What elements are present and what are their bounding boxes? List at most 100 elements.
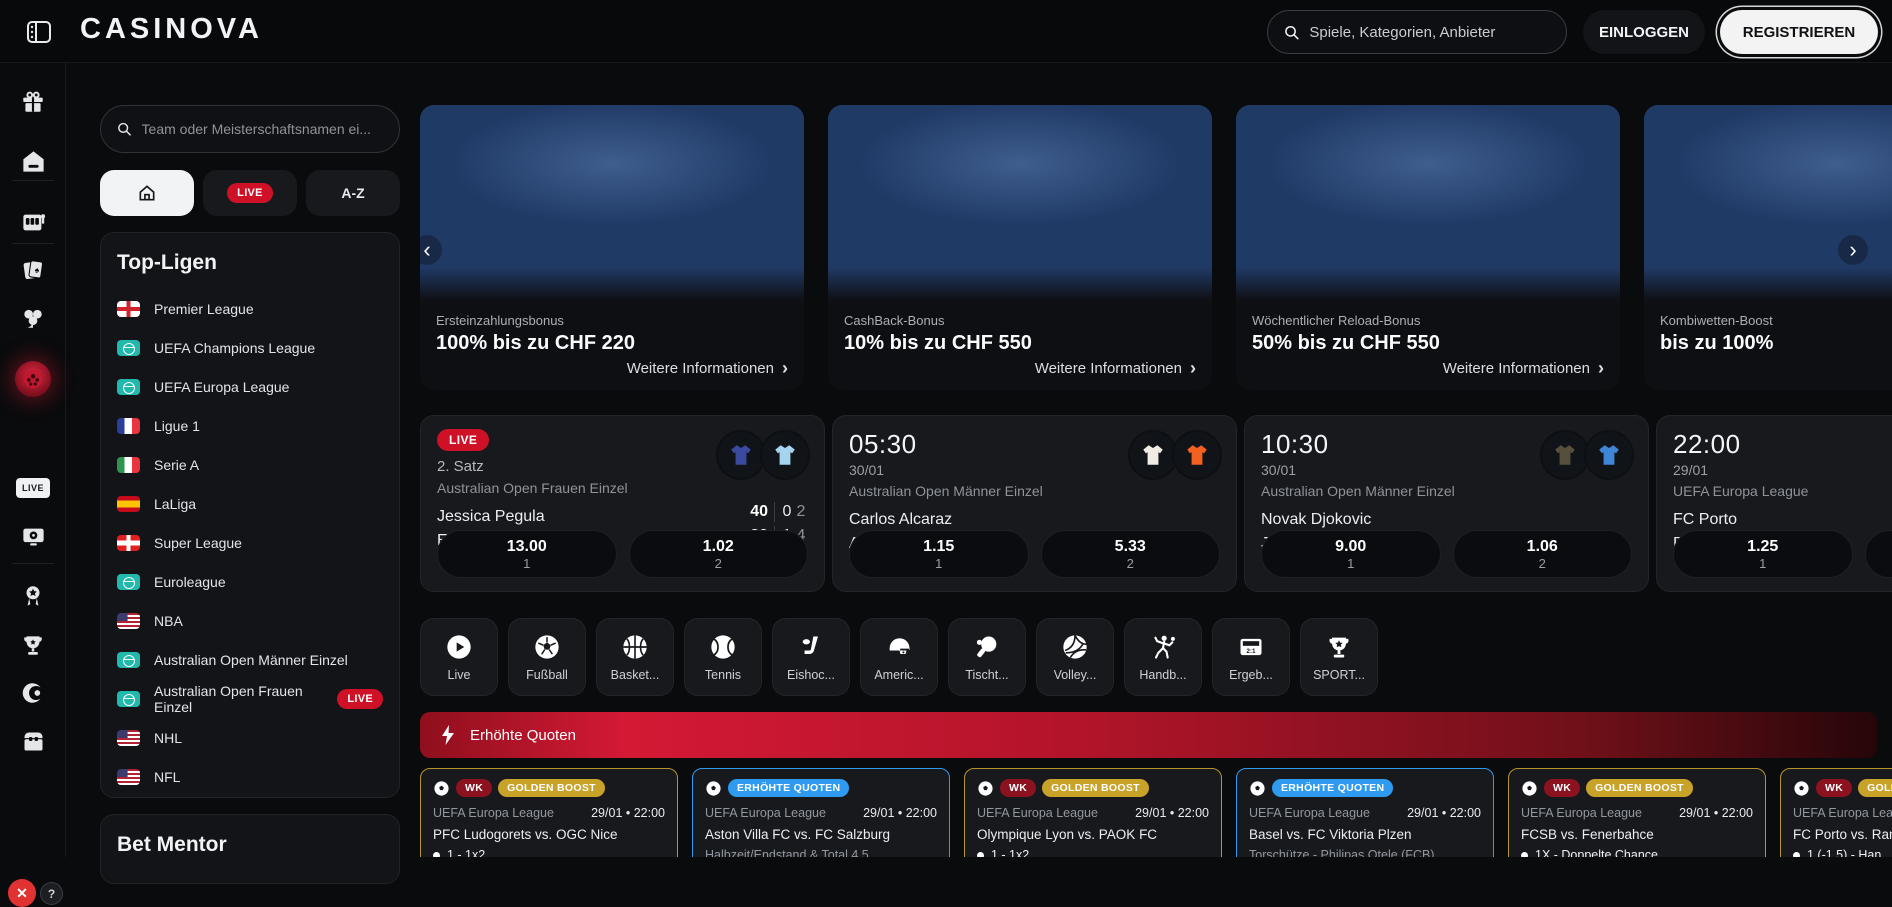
league-label: LaLiga: [154, 496, 196, 512]
football-icon: [977, 780, 994, 797]
sport-label: Live: [448, 668, 471, 682]
league-item-ao-frauen[interactable]: Australian Open Frauen Einzel LIVE: [117, 679, 383, 718]
league-item-euroleague[interactable]: Euroleague: [117, 562, 383, 601]
card-datetime: 29/01 • 22:00: [1135, 806, 1209, 820]
match-card-pegula-rybakina[interactable]: LIVE 2. Satz Australian Open Frauen Einz…: [420, 415, 825, 592]
rail-item-tournaments[interactable]: [0, 576, 66, 616]
login-button[interactable]: EINLOGGEN: [1583, 10, 1705, 54]
boost-card-astonvilla-salzburg[interactable]: ERHÖHTE QUOTEN UEFA Europa League 29/01 …: [692, 768, 950, 857]
rail-item-vault[interactable]: [0, 721, 66, 761]
rail-item-slots[interactable]: [0, 202, 66, 242]
boost-card-ludogorets-nice[interactable]: WK GOLDEN BOOST UEFA Europa League 29/01…: [420, 768, 678, 857]
support-chat-button[interactable]: ✕: [8, 879, 36, 907]
league-item-nba[interactable]: NBA: [117, 601, 383, 640]
league-item-serie-a[interactable]: Serie A: [117, 445, 383, 484]
rail-item-lucky-games[interactable]: [0, 298, 66, 338]
boosted-odds-banner[interactable]: Erhöhte Quoten: [420, 712, 1877, 758]
sport-tile-tischtennis[interactable]: Tischt...: [948, 618, 1026, 696]
match-card-alcaraz-zverev[interactable]: 05:30 30/01 Australian Open Männer Einze…: [832, 415, 1237, 592]
avatar: [1540, 430, 1590, 480]
league-label: Premier League: [154, 301, 254, 317]
tab-home[interactable]: [100, 170, 194, 216]
help-button[interactable]: ?: [40, 882, 63, 905]
league-item-champions-league[interactable]: UEFA Champions League: [117, 328, 383, 367]
sport-tile-handball[interactable]: Handb...: [1124, 618, 1202, 696]
team-search[interactable]: [100, 105, 400, 153]
tab-az[interactable]: A-Z: [306, 170, 400, 216]
league-item-super-league[interactable]: Super League: [117, 523, 383, 562]
wk-badge: WK: [1816, 779, 1852, 797]
sport-tile-live[interactable]: Live: [420, 618, 498, 696]
promo-more-info-link[interactable]: Weitere Informationen ›: [627, 358, 788, 379]
league-label: Ligue 1: [154, 418, 200, 434]
sports-ball-icon: [15, 361, 51, 397]
promo-image: [828, 105, 1212, 301]
odds-button-1[interactable]: 1.15 1: [849, 530, 1029, 578]
playing-cards-icon: ♠: [20, 257, 46, 283]
boost-card-porto-rangers[interactable]: WK GOLDEN BOOST UEFA Europa Lea... 29/01…: [1780, 768, 1892, 857]
boost-card-lyon-paok[interactable]: WK GOLDEN BOOST UEFA Europa League 29/01…: [964, 768, 1222, 857]
sport-tile-american-football[interactable]: Americ...: [860, 618, 938, 696]
team-search-input[interactable]: [142, 121, 383, 137]
sport-tile-volleyball[interactable]: Volley...: [1036, 618, 1114, 696]
sport-tile-fussball[interactable]: Fußball: [508, 618, 586, 696]
promo-more-info-link[interactable]: Weitere Informationen ›: [1443, 358, 1604, 379]
odds-button-2[interactable]: 5.33 2: [1041, 530, 1221, 578]
globe-icon: [117, 691, 140, 707]
odds-button-2[interactable]: 1.02 2: [629, 530, 809, 578]
boost-card-fcsb-fenerbahce[interactable]: WK GOLDEN BOOST UEFA Europa League 29/01…: [1508, 768, 1766, 857]
league-item-europa-league[interactable]: UEFA Europa League: [117, 367, 383, 406]
search-icon: [1284, 24, 1299, 41]
sidebar-toggle-button[interactable]: [24, 17, 54, 47]
match-card-porto-rangers[interactable]: 22:00 29/01 UEFA Europa League FC Porto …: [1656, 415, 1892, 592]
rail-item-leagues[interactable]: [0, 625, 66, 665]
sport-tile-eishockey[interactable]: Eishoc...: [772, 618, 850, 696]
odds-button-2[interactable]: 1.06 2: [1453, 530, 1633, 578]
match-card-djokovic-sinner[interactable]: 10:30 30/01 Australian Open Männer Einze…: [1244, 415, 1649, 592]
rail-item-virtual-sports[interactable]: [0, 516, 66, 556]
league-item-nhl[interactable]: NHL: [117, 718, 383, 757]
global-search-input[interactable]: [1309, 24, 1550, 41]
promo-title: 50% bis zu CHF 550: [1252, 332, 1604, 355]
card-market: 1 - 1x2: [433, 848, 665, 857]
league-label: Super League: [154, 535, 242, 551]
league-item-ligue-1[interactable]: Ligue 1: [117, 406, 383, 445]
register-button[interactable]: REGISTRIEREN: [1720, 10, 1878, 54]
rail-item-live-betting[interactable]: LIVE: [0, 468, 66, 508]
promo-card-first-deposit[interactable]: Ersteinzahlungsbonus 100% bis zu CHF 220…: [420, 105, 804, 390]
odds-button-1[interactable]: 9.00 1: [1261, 530, 1441, 578]
casinova-logo[interactable]: CASINOVA: [80, 13, 263, 46]
promo-card-reload[interactable]: Wöchentlicher Reload-Bonus 50% bis zu CH…: [1236, 105, 1620, 390]
boost-card-basel-plzen[interactable]: ERHÖHTE QUOTEN UEFA Europa League 29/01 …: [1236, 768, 1494, 857]
tab-live[interactable]: LIVE: [203, 170, 297, 216]
rail-item-sports[interactable]: [0, 355, 66, 403]
card-market: 1 (-1,5) - Han...: [1793, 848, 1892, 857]
promo-more-info-link[interactable]: Weitere Informationen ›: [1035, 358, 1196, 379]
league-item-premier-league[interactable]: Premier League: [117, 289, 383, 328]
jersey-icon: [772, 442, 798, 468]
sport-tile-tennis[interactable]: Tennis: [684, 618, 762, 696]
rail-item-home[interactable]: [0, 141, 66, 181]
promo-card-cashback[interactable]: CashBack-Bonus 10% bis zu CHF 550 Weiter…: [828, 105, 1212, 390]
carousel-next-button[interactable]: ›: [1838, 235, 1868, 265]
globe-icon: [117, 379, 140, 395]
rail-item-table-games[interactable]: ♠: [0, 250, 66, 290]
promo-subtitle: Kombiwetten-Boost: [1660, 313, 1892, 328]
sport-tile-sport[interactable]: SPORT...: [1300, 618, 1378, 696]
odds-button-x[interactable]: 6.00 X: [1865, 530, 1892, 578]
rail-item-promotions[interactable]: [0, 82, 66, 122]
set2-home: 2: [794, 503, 808, 521]
support-icon: ✕: [16, 885, 28, 902]
rail-item-crash-games[interactable]: [0, 673, 66, 713]
global-search[interactable]: [1267, 10, 1567, 54]
sport-tile-ergebnisse[interactable]: 2:1 Ergeb...: [1212, 618, 1290, 696]
league-item-ao-maenner[interactable]: Australian Open Männer Einzel: [117, 640, 383, 679]
sport-tile-basketball[interactable]: Basket...: [596, 618, 674, 696]
league-item-nfl[interactable]: NFL: [117, 757, 383, 796]
odds-button-1[interactable]: 1.25 1: [1673, 530, 1853, 578]
football-icon: [1249, 780, 1266, 797]
scoreboard-text: 2:1: [1246, 648, 1256, 655]
league-item-laliga[interactable]: LaLiga: [117, 484, 383, 523]
odds-button-1[interactable]: 13.00 1: [437, 530, 617, 578]
market-label: Torschütze - Philipas Otele (FCB): [1249, 848, 1434, 857]
